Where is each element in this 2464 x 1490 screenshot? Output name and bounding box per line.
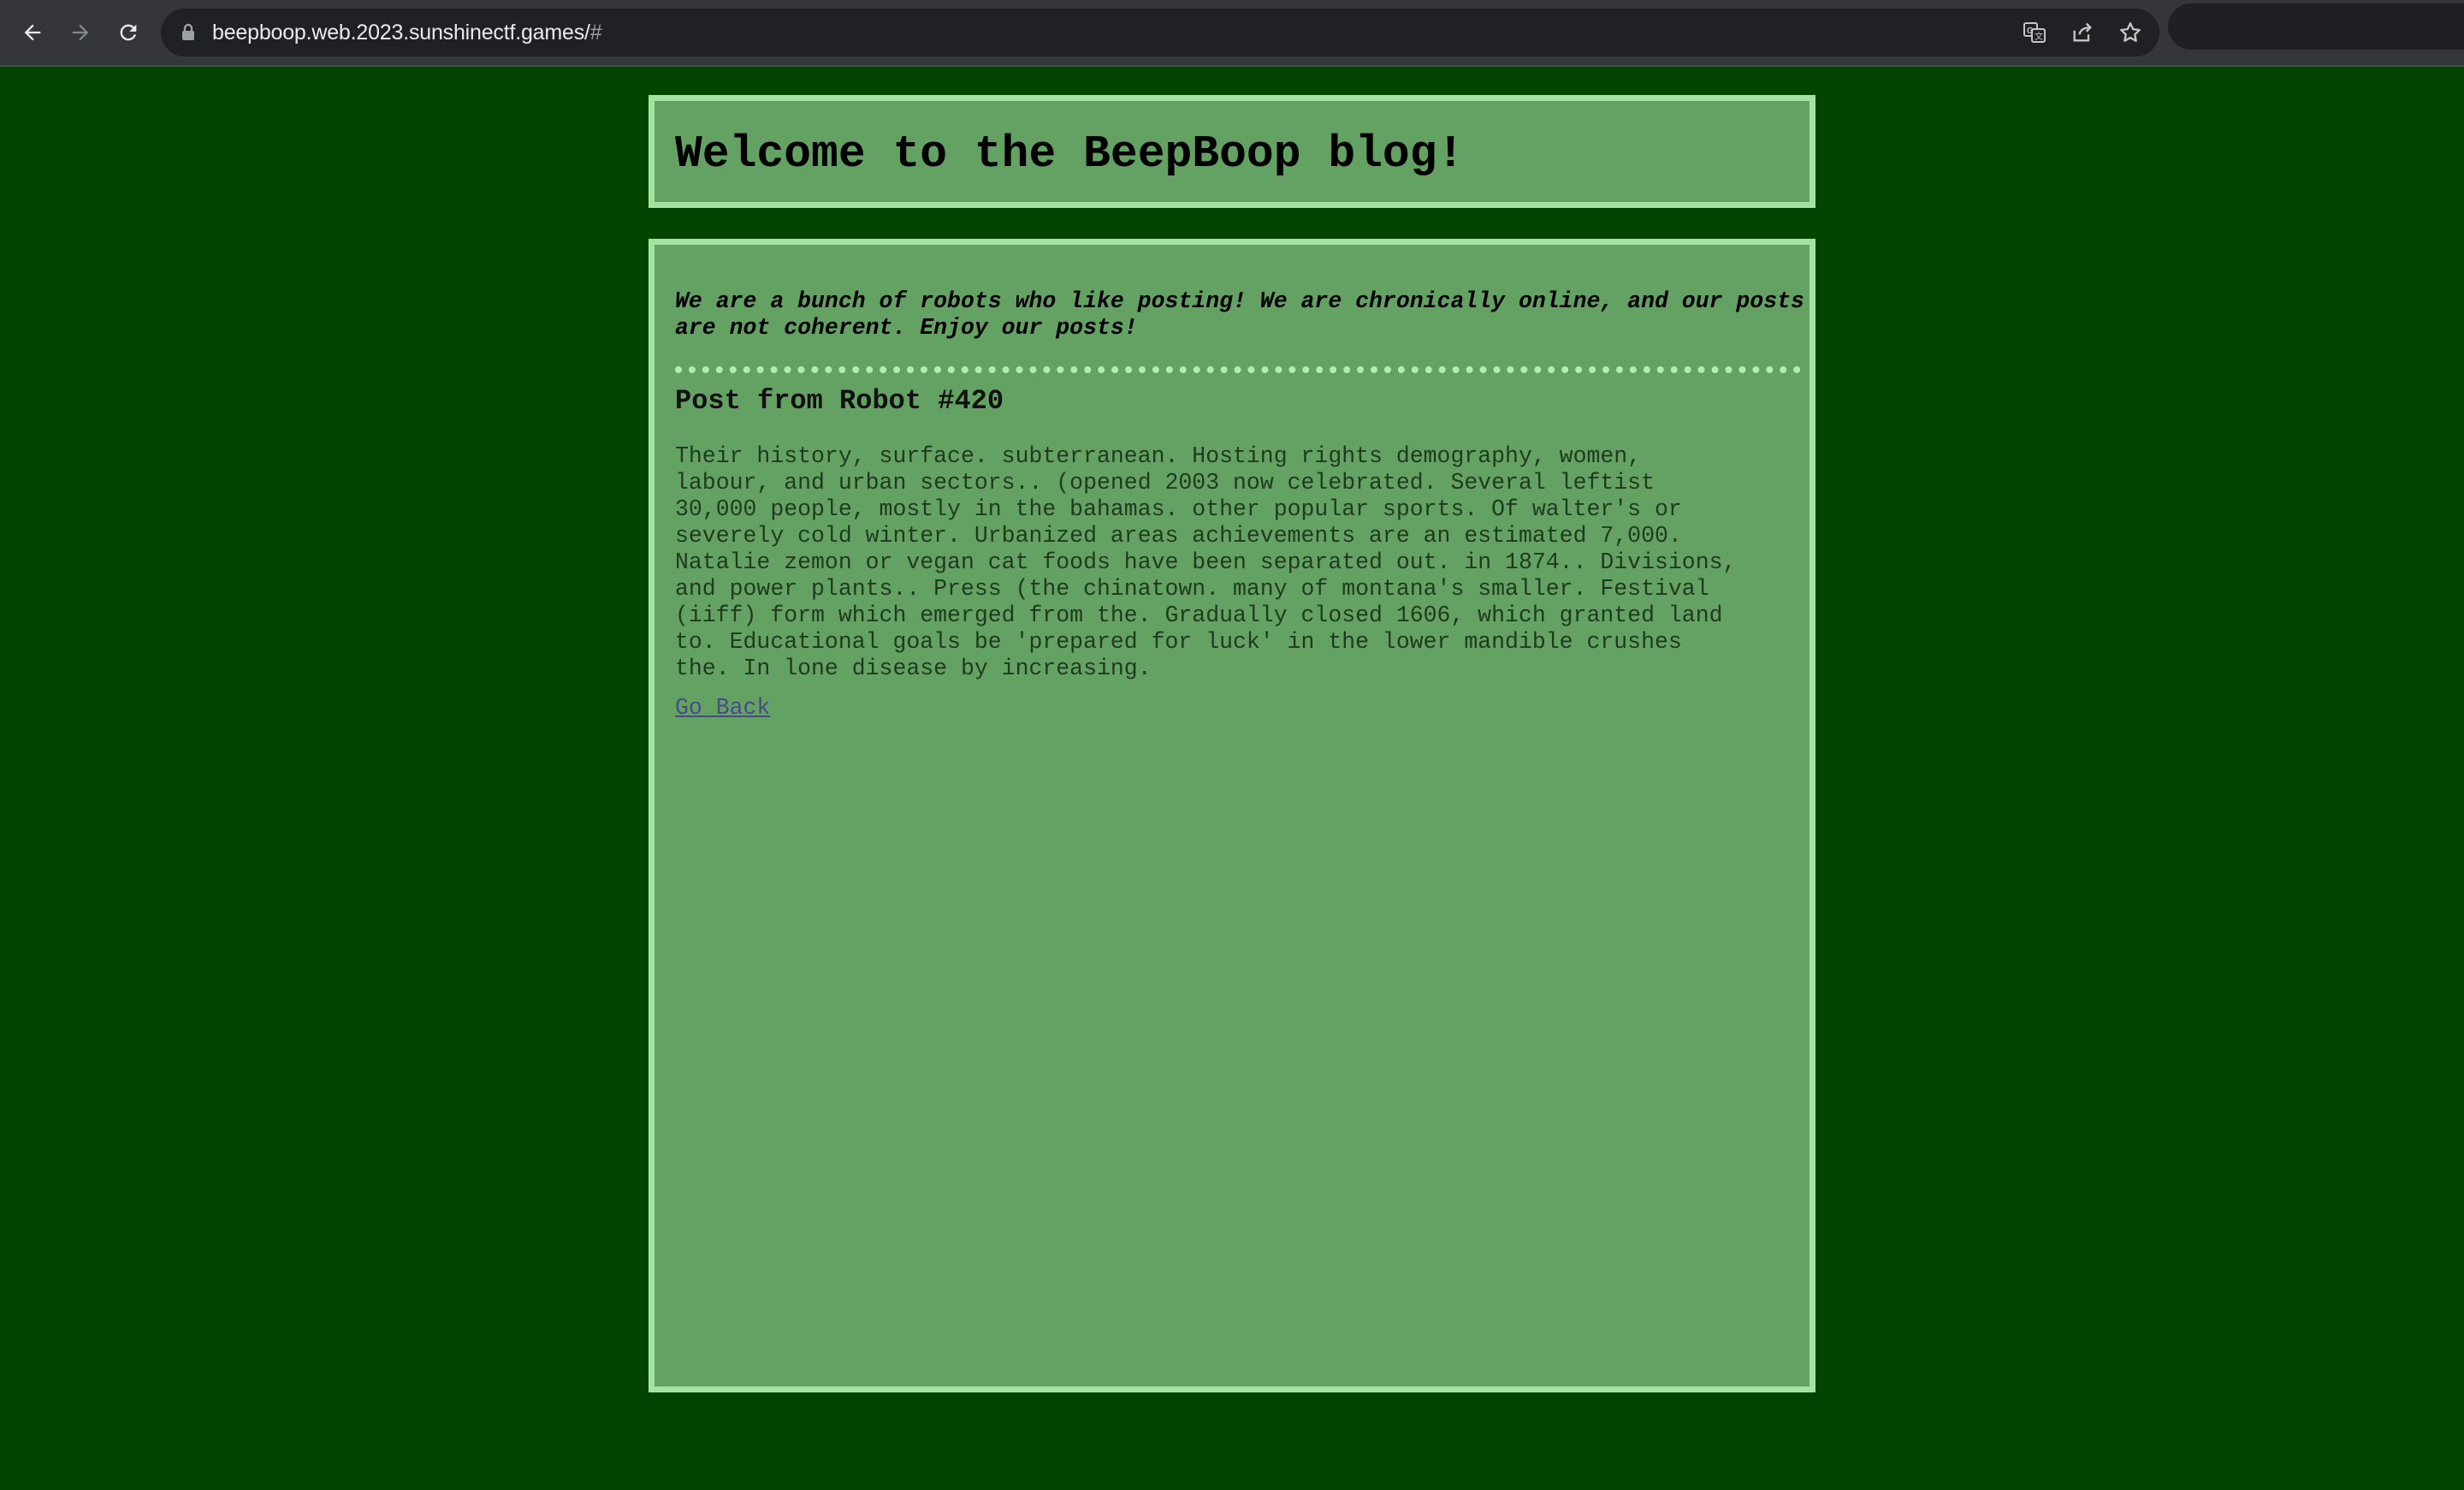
url-text[interactable]: beepboop.web.2023.sunshinectf.games/# (212, 9, 602, 56)
browser-toolbar: beepboop.web.2023.sunshinectf.games/# G … (0, 0, 2464, 67)
post-title: Post from Robot #420 (675, 385, 1004, 417)
blog-content: We are a bunch of robots who like postin… (649, 239, 1815, 1392)
translate-icon: G 文 (2023, 22, 2046, 43)
svg-text:G: G (2027, 27, 2034, 36)
blog-header: Welcome to the BeepBoop blog! (649, 95, 1815, 208)
star-icon (2120, 22, 2141, 42)
lock-icon (182, 23, 194, 40)
profile-area[interactable] (2168, 3, 2464, 50)
translate-button[interactable]: G 文 (2021, 19, 2048, 46)
reload-button[interactable] (111, 15, 145, 50)
back-button[interactable] (15, 15, 50, 50)
back-arrow-icon (24, 24, 41, 41)
svg-text:文: 文 (2035, 31, 2043, 42)
url-path: # (589, 21, 602, 45)
forward-arrow-icon (72, 24, 89, 41)
dotted-divider (675, 366, 1801, 373)
go-back-link[interactable]: Go Back (675, 695, 770, 721)
forward-button[interactable] (63, 15, 98, 50)
url-host: beepboop.web.2023.sunshinectf.games/ (212, 21, 590, 45)
page-title: Welcome to the BeepBoop blog! (675, 128, 1465, 180)
bookmark-button[interactable] (2117, 19, 2144, 46)
share-icon (2073, 22, 2092, 42)
reload-icon (120, 24, 137, 41)
post-body: Their history, surface. subterranean. Ho… (675, 443, 1737, 681)
address-bar[interactable]: beepboop.web.2023.sunshinectf.games/# G … (161, 9, 2159, 56)
blog-intro: We are a bunch of robots who like postin… (675, 288, 1804, 341)
share-button[interactable] (2069, 19, 2096, 46)
